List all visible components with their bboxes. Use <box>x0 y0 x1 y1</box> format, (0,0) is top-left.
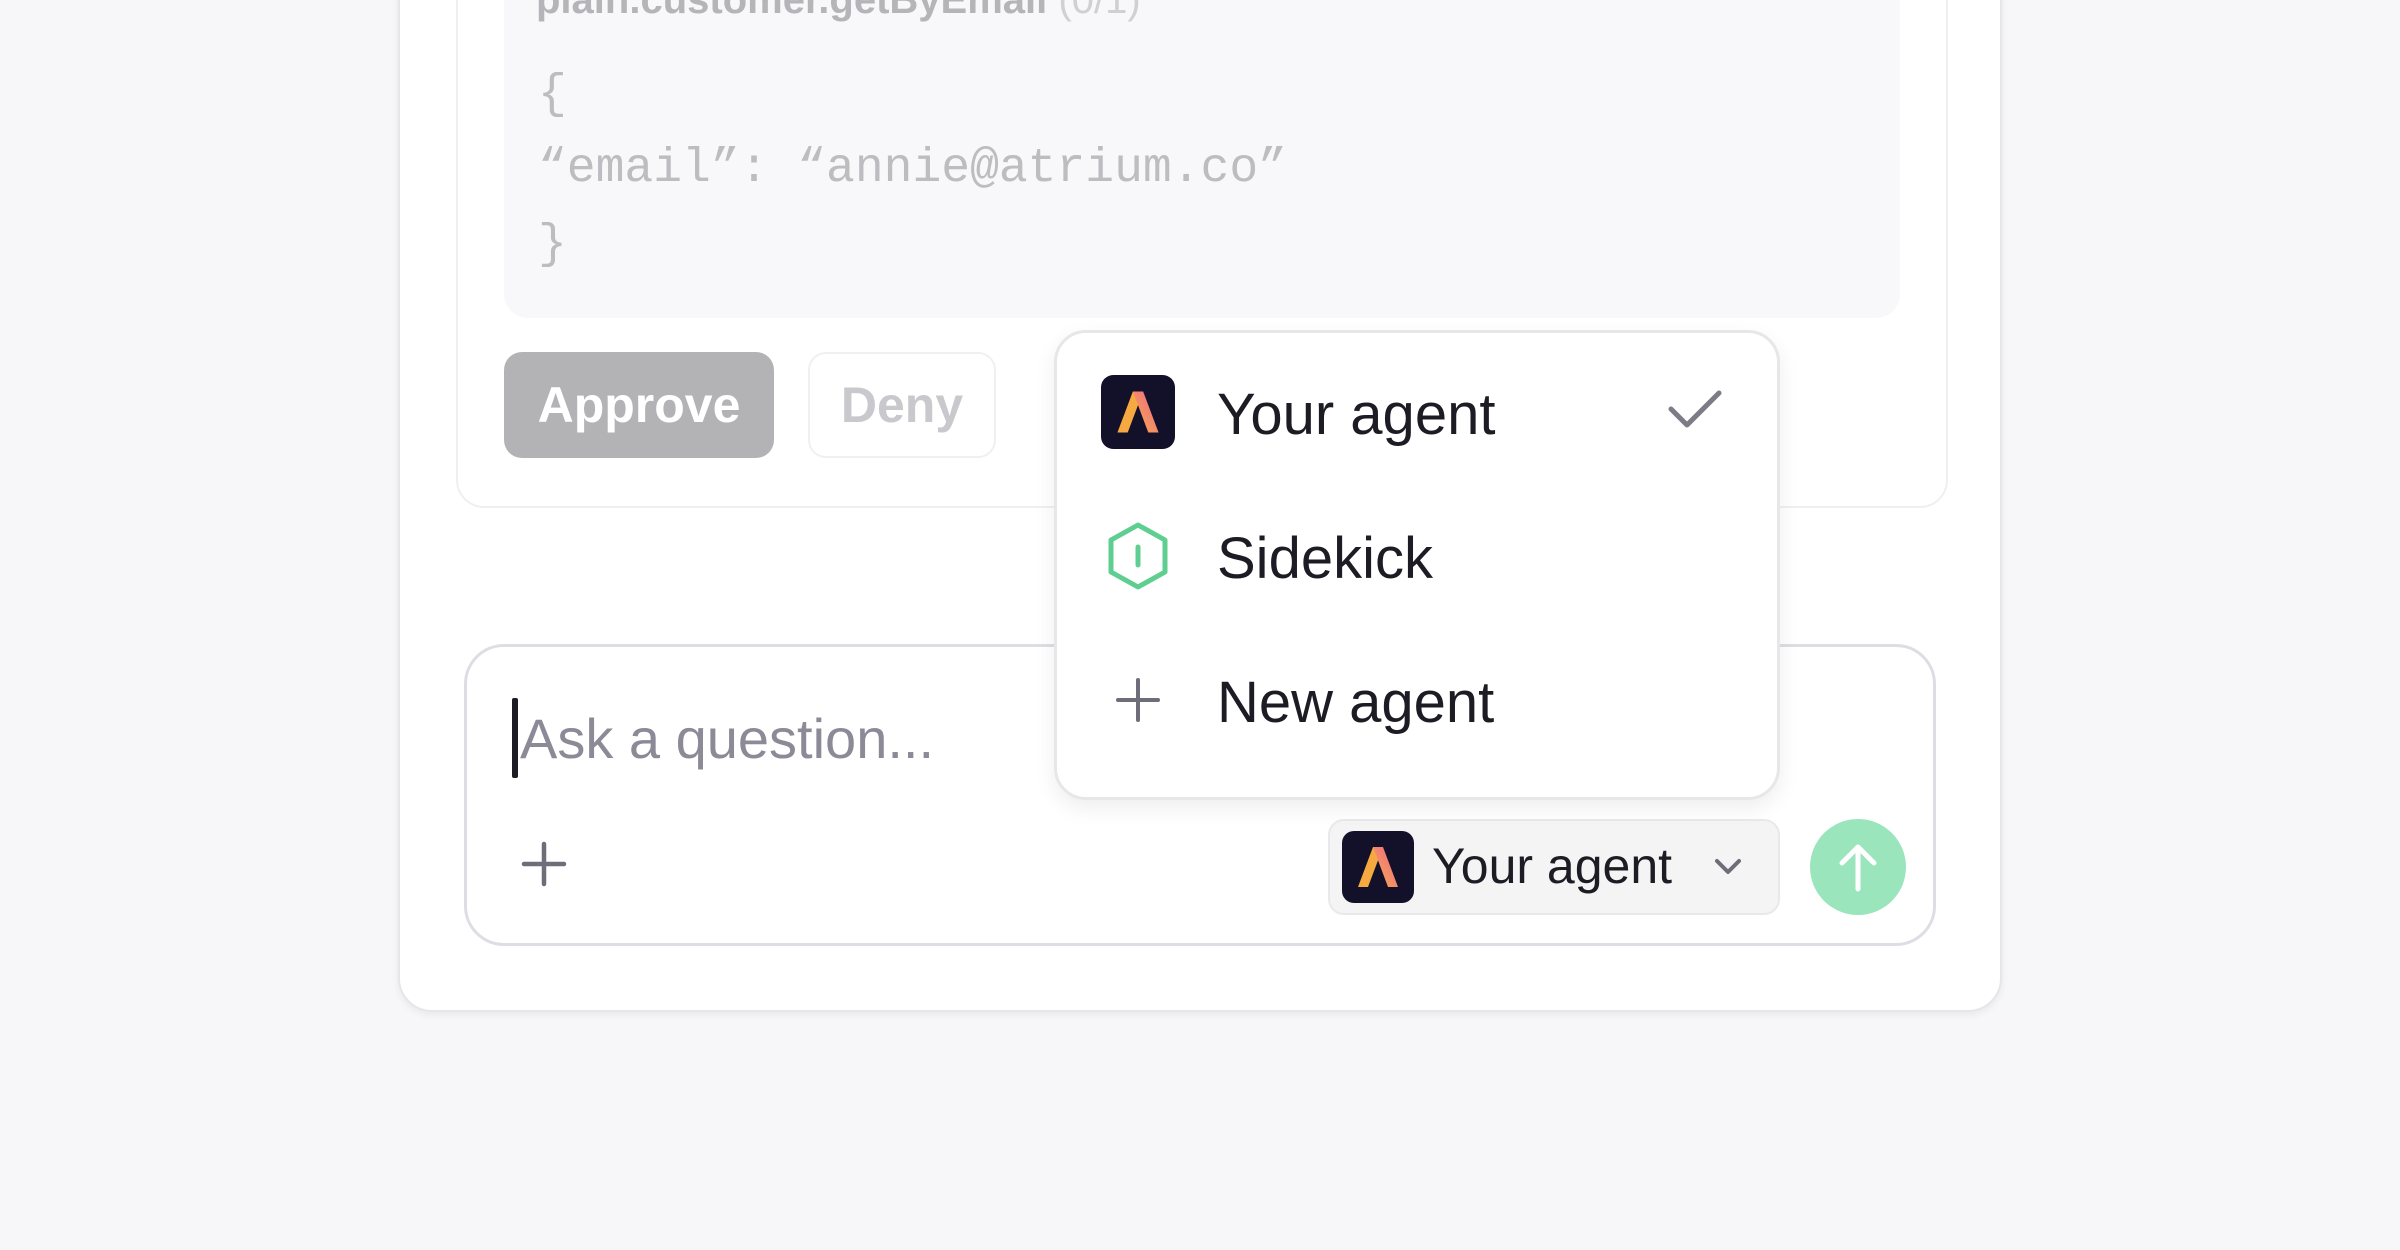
tool-call-header: plain.customer.getByEmail (0/1) <box>536 0 1141 23</box>
menu-item-your-agent[interactable]: Your agent <box>1057 353 1777 473</box>
menu-item-sidekick[interactable]: Sidekick <box>1057 497 1777 617</box>
hexagon-icon <box>1101 519 1175 593</box>
agent-dropdown-menu: Your agent Sidekick New agent <box>1054 330 1780 800</box>
question-input[interactable] <box>520 700 1040 776</box>
tool-call-progress: (0/1) <box>1058 0 1141 22</box>
approve-button[interactable]: Approve <box>504 352 774 458</box>
plus-icon <box>521 841 567 887</box>
menu-item-label: Sidekick <box>1217 526 1433 591</box>
agent-logo-icon <box>1101 375 1175 449</box>
agent-logo-icon <box>1342 831 1414 908</box>
tool-call-name: plain.customer.getByEmail <box>536 0 1048 22</box>
chevron-down-icon <box>1710 849 1746 890</box>
selected-agent-label: Your agent <box>1432 838 1673 894</box>
code-line-open-brace: { <box>538 68 567 122</box>
send-button[interactable] <box>1810 819 1906 915</box>
menu-item-label: New agent <box>1217 670 1495 735</box>
checkmark-icon <box>1667 387 1723 436</box>
menu-item-label: Your agent <box>1217 382 1496 447</box>
code-line-email: “email”: “annie@atrium.co” <box>538 142 1287 196</box>
code-line-close-brace: } <box>538 218 567 272</box>
deny-button[interactable]: Deny <box>808 352 996 458</box>
plus-icon <box>1101 663 1175 737</box>
text-caret <box>512 698 518 778</box>
agent-selector[interactable]: Your agent <box>1328 819 1780 915</box>
attach-button[interactable] <box>516 836 572 892</box>
menu-item-new-agent[interactable]: New agent <box>1057 641 1777 761</box>
arrow-up-icon <box>1839 844 1877 892</box>
